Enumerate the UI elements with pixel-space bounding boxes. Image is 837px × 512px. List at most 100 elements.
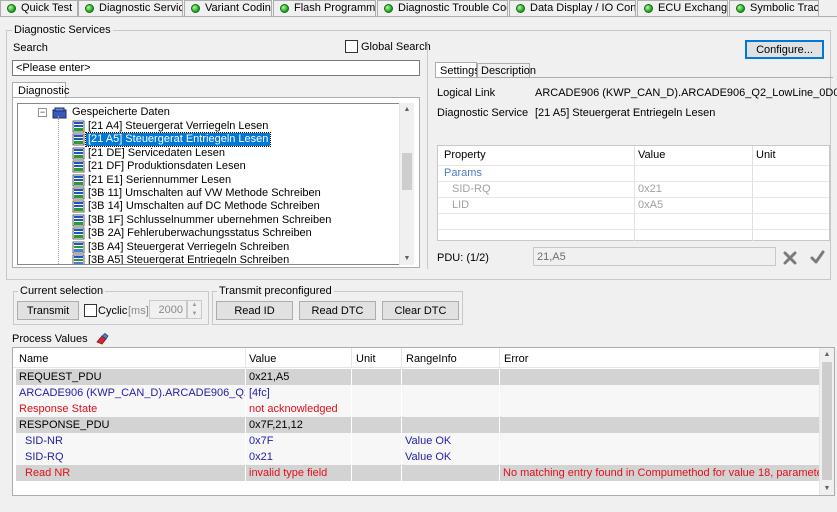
tab-flash-programming[interactable]: Flash Programming	[273, 0, 376, 16]
unit-header[interactable]: Unit	[756, 149, 776, 161]
tab-diagnostic-tree[interactable]: Diagnostic	[12, 82, 69, 98]
grid-property-cell[interactable]: SID-RQ	[452, 183, 491, 195]
read-service-icon	[72, 187, 85, 200]
rangeinfo-cell	[402, 417, 500, 433]
main-tab-strip: Quick Test Diagnostic Services Variant C…	[0, 0, 837, 17]
search-label: Search	[13, 42, 48, 54]
value-cell: 0x21	[246, 449, 352, 465]
global-search-checkbox[interactable]	[345, 40, 358, 53]
tree-item-label: [3B A5] Steuergerat Entriegeln Schreiben	[88, 254, 290, 265]
service-tree-panel: − Gespeicherte Daten [21 A4] Steuergerat…	[12, 97, 420, 268]
discard-icon[interactable]	[783, 251, 797, 265]
configure-button[interactable]: Configure...	[745, 40, 824, 59]
cyclic-checkbox[interactable]	[84, 304, 97, 317]
write-service-icon	[72, 254, 85, 264]
read-service-icon	[72, 200, 85, 213]
column-header-error[interactable]: Error	[504, 353, 528, 365]
table-header: Name Value Unit RangeInfo Error	[13, 348, 821, 368]
read-id-button[interactable]: Read ID	[216, 301, 293, 320]
tree-item-label: [3B 2A] Fehleruberwachungsstatus Schreib…	[88, 227, 312, 240]
process-values-title: Process Values	[12, 333, 88, 345]
logical-link-label: Logical Link	[437, 87, 496, 99]
interval-spinner[interactable]: ▲ ▼	[187, 300, 202, 319]
tab-data-display-io-control[interactable]: Data Display / IO Control	[509, 0, 636, 16]
table-row[interactable]: SID-NR 0x7F Value OK	[16, 433, 822, 449]
column-header-name[interactable]: Name	[19, 353, 48, 365]
table-row[interactable]: ARCADE906 (KWP_CAN_D).ARCADE906_Q2_Low..…	[16, 385, 822, 401]
tab-ecu-exchange[interactable]: ECU Exchange	[637, 0, 728, 16]
tab-variant-coding[interactable]: Variant Coding	[184, 0, 272, 16]
status-dot-icon	[516, 4, 525, 13]
process-values-scrollbar[interactable]: ▲ ▼	[819, 348, 834, 495]
value-header[interactable]: Value	[638, 149, 665, 161]
scroll-down-icon[interactable]: ▼	[820, 482, 834, 495]
scroll-up-icon[interactable]: ▲	[820, 348, 834, 361]
grid-property-cell[interactable]: LID	[452, 199, 469, 211]
read-service-icon	[72, 133, 85, 146]
tree-scroll-thumb[interactable]	[402, 153, 412, 190]
value-cell: [4fc]	[246, 385, 352, 401]
name-cell: SID-RQ	[16, 449, 246, 465]
table-row[interactable]: SID-RQ 0x21 Value OK	[16, 449, 822, 465]
column-header-rangeinfo[interactable]: RangeInfo	[406, 353, 457, 365]
error-cell	[500, 369, 822, 385]
scroll-up-icon[interactable]: ▲	[400, 103, 414, 116]
unit-cell	[352, 385, 402, 401]
error-cell	[500, 417, 822, 433]
clear-dtc-button[interactable]: Clear DTC	[382, 301, 459, 320]
apply-check-icon[interactable]	[810, 250, 825, 265]
pdu-input[interactable]: 21,A5	[533, 247, 776, 266]
write-service-icon	[72, 241, 85, 253]
read-dtc-button[interactable]: Read DTC	[299, 301, 376, 320]
cyclic-label: Cyclic	[98, 305, 128, 317]
tree-scrollbar[interactable]: ▲ ▼	[399, 103, 414, 265]
collapse-icon[interactable]: −	[38, 108, 47, 117]
status-dot-icon	[85, 4, 94, 13]
table-row[interactable]: REQUEST_PDU 0x21,A5	[16, 369, 822, 385]
tree-item-label: [21 A4] Steuergerat Verriegeln Lesen	[88, 120, 269, 132]
grid-value-cell[interactable]: 0x21	[638, 183, 662, 195]
status-dot-icon	[736, 4, 745, 13]
clear-eraser-icon[interactable]	[95, 333, 109, 345]
tree-item-label: [3B A4] Steuergerat Verriegeln Schreiben	[88, 240, 290, 253]
grid-row-divider	[438, 165, 829, 166]
rangeinfo-cell	[402, 401, 500, 417]
error-cell	[500, 433, 822, 449]
unit-cell	[352, 401, 402, 417]
search-input[interactable]: <Please enter>	[12, 60, 420, 76]
status-dot-icon	[7, 4, 16, 13]
panel-splitter[interactable]	[427, 41, 428, 269]
rangeinfo-cell	[402, 385, 500, 401]
table-row[interactable]: Read NR invalid type field No matching ent…	[16, 465, 822, 481]
transmit-button[interactable]: Transmit	[17, 301, 79, 320]
tree-item-label: [3B 11] Umschalten auf VW Methode Schrei…	[88, 187, 321, 199]
tab-diagnostic-services[interactable]: Diagnostic Services	[78, 0, 183, 16]
service-tree: − Gespeicherte Daten [21 A4] Steuergerat…	[17, 103, 402, 265]
spin-up-icon[interactable]: ▲	[188, 301, 201, 310]
tab-settings[interactable]: Settings	[435, 62, 480, 78]
spin-down-icon[interactable]: ▼	[188, 310, 201, 319]
status-dot-icon	[191, 4, 200, 13]
ms-unit-label: [ms]	[128, 305, 149, 317]
tab-diagnostic-trouble-codes[interactable]: Diagnostic Trouble Codes	[377, 0, 508, 16]
table-row[interactable]: Response State not acknowledged	[16, 401, 822, 417]
name-cell: ARCADE906 (KWP_CAN_D).ARCADE906_Q2_Low..…	[16, 385, 246, 401]
logical-link-value: ARCADE906 (KWP_CAN_D).ARCADE906_Q2_LowLi…	[535, 87, 837, 99]
interval-input[interactable]: 2000	[149, 300, 187, 319]
column-header-value[interactable]: Value	[249, 353, 276, 365]
grid-row-divider	[438, 181, 829, 182]
scroll-down-icon[interactable]: ▼	[400, 252, 414, 265]
column-header-unit[interactable]: Unit	[356, 353, 376, 365]
diagnostic-service-label: Diagnostic Service	[437, 107, 529, 119]
tab-symbolic-trace[interactable]: Symbolic Trace	[729, 0, 819, 16]
value-cell: not acknowledged	[246, 401, 352, 417]
grid-value-cell[interactable]: 0xA5	[638, 199, 663, 211]
tab-quick-test[interactable]: Quick Test	[0, 0, 78, 16]
process-values-scroll-thumb[interactable]	[822, 362, 832, 480]
tree-item-label: [21 DE] Servicedaten Lesen	[88, 146, 225, 159]
tab-description[interactable]: Description	[477, 63, 536, 78]
property-header[interactable]: Property	[444, 149, 486, 161]
params-group-row[interactable]: Params	[444, 167, 482, 179]
table-row[interactable]: RESPONSE_PDU 0x7F,21,12	[16, 417, 822, 433]
rangeinfo-cell	[402, 369, 500, 385]
